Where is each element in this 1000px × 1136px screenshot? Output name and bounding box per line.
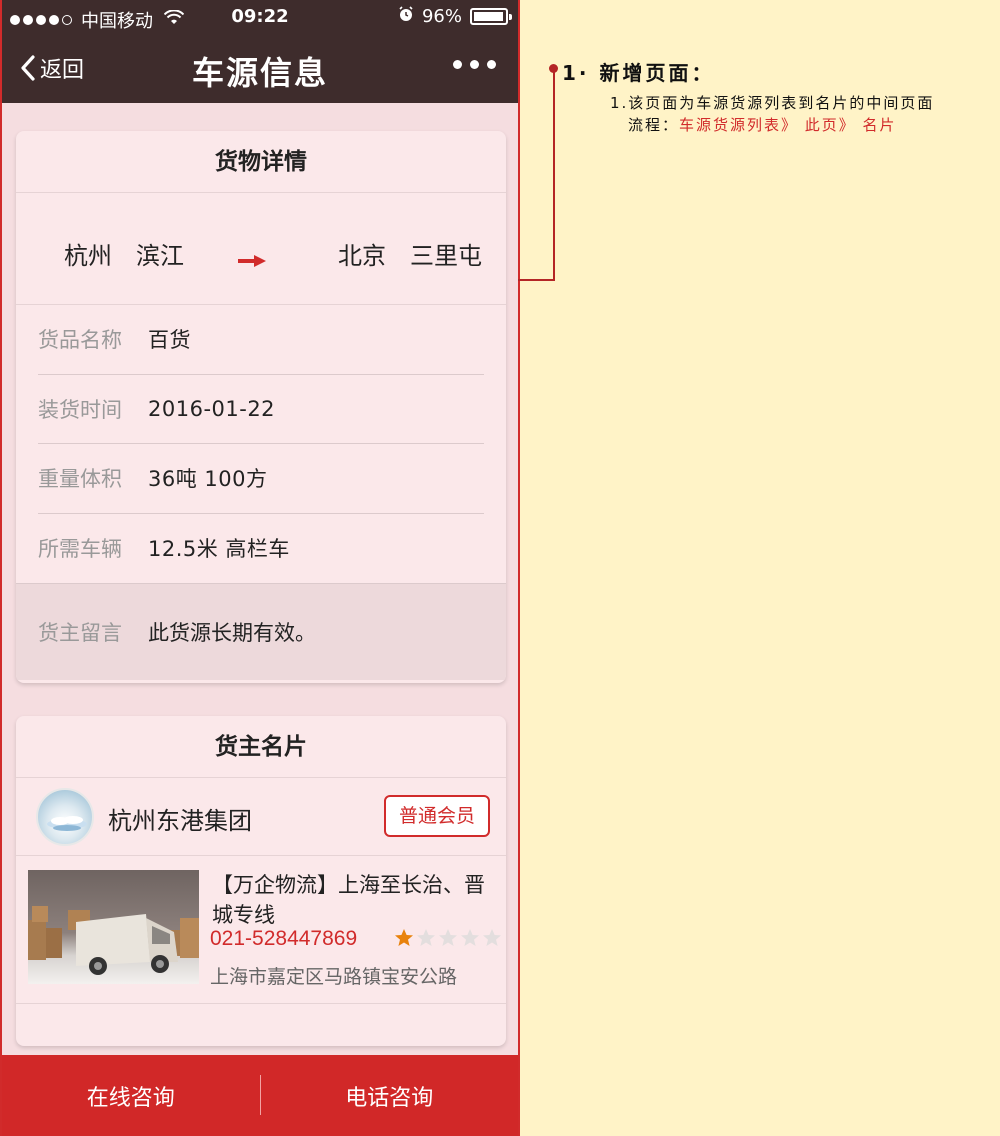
listing-item[interactable]: 【万企物流】上海至长治、晋城专线 021-528447869 上海市嘉定区马路镇… bbox=[16, 856, 506, 1004]
owner-card: 货主名片 杭州东港集团 普通会员 【万企物流】上海至长治、晋城专线 021-52… bbox=[16, 716, 506, 1046]
more-dot-icon bbox=[453, 60, 462, 69]
message-value: 此货源长期有效。 bbox=[148, 621, 316, 645]
route-destination: 北京 三里屯 bbox=[338, 242, 482, 270]
status-bar: 中国移动 09:22 96% bbox=[2, 0, 518, 34]
page-title: 车源信息 bbox=[191, 54, 328, 92]
bottom-action-bar: 在线咨询 电话咨询 bbox=[2, 1055, 518, 1136]
status-right: 96% bbox=[398, 6, 512, 27]
owner-message: 货主留言 此货源长期有效。 bbox=[16, 583, 506, 680]
info-row-weight-volume: 重量体积 36吨 100方 bbox=[38, 444, 484, 514]
owner-row[interactable]: 杭州东港集团 普通会员 bbox=[16, 778, 506, 856]
owner-name: 杭州东港集团 bbox=[108, 807, 252, 835]
top-bar: 中国移动 09:22 96% 返回 车源信息 bbox=[2, 0, 518, 103]
star-empty-icon bbox=[461, 929, 479, 946]
info-row-vehicle: 所需车辆 12.5米 高栏车 bbox=[38, 514, 484, 584]
annotation-dot bbox=[549, 64, 558, 73]
info-row-load-time: 装货时间 2016-01-22 bbox=[38, 375, 484, 444]
message-label: 货主留言 bbox=[38, 621, 122, 645]
battery-icon bbox=[470, 8, 512, 25]
info-row-goods-name: 货品名称 百货 bbox=[38, 305, 484, 375]
info-label: 货品名称 bbox=[38, 328, 122, 353]
star-filled-icon bbox=[395, 929, 413, 946]
phone-screen: 中国移动 09:22 96% 返回 车源信息 货物详情 杭州 滨江 北京 三里屯… bbox=[0, 0, 520, 1136]
route-origin: 杭州 滨江 bbox=[64, 242, 184, 270]
phone-consult-button[interactable]: 电话咨询 bbox=[261, 1055, 519, 1136]
flow-prefix: 流程： bbox=[628, 116, 680, 134]
info-label: 所需车辆 bbox=[38, 537, 122, 562]
info-value: 2016-01-22 bbox=[148, 396, 276, 421]
cloud-icon bbox=[47, 816, 87, 831]
navigation-bar: 返回 车源信息 bbox=[2, 34, 518, 103]
battery-fill bbox=[474, 12, 503, 21]
avatar bbox=[36, 788, 94, 846]
annotation-flow: 流程：车源货源列表》 此页》 名片 bbox=[628, 114, 897, 136]
card-title: 货主名片 bbox=[16, 716, 506, 778]
arrow-right-icon bbox=[238, 245, 266, 273]
more-button[interactable] bbox=[453, 60, 496, 69]
more-dot-icon bbox=[470, 60, 479, 69]
alarm-icon bbox=[398, 6, 414, 27]
info-label: 重量体积 bbox=[38, 467, 122, 492]
star-empty-icon bbox=[483, 929, 501, 946]
star-empty-icon bbox=[417, 929, 435, 946]
annotation-note: 1.该页面为车源货源列表到名片的中间页面 bbox=[610, 94, 935, 112]
info-value: 12.5米 高栏车 bbox=[148, 537, 290, 562]
annotation-connector bbox=[553, 68, 555, 281]
star-empty-icon bbox=[439, 929, 457, 946]
listing-address: 上海市嘉定区马路镇宝安公路 bbox=[210, 966, 458, 988]
card-title: 货物详情 bbox=[16, 131, 506, 193]
flow-path: 车源货源列表》 此页》 名片 bbox=[679, 116, 897, 134]
rating-stars bbox=[394, 928, 502, 948]
battery-percent: 96% bbox=[421, 6, 462, 27]
annotation-connector bbox=[518, 279, 555, 281]
listing-headline: 【万企物流】上海至长治、晋城专线 bbox=[212, 873, 485, 927]
truck-image bbox=[28, 870, 199, 984]
member-level-button[interactable]: 普通会员 bbox=[384, 795, 490, 837]
more-dot-icon bbox=[487, 60, 496, 69]
info-label: 装货时间 bbox=[38, 397, 122, 422]
info-value: 百货 bbox=[148, 328, 191, 353]
cargo-details-card: 货物详情 杭州 滨江 北京 三里屯 货品名称 百货 装货时间 2016-01-2… bbox=[16, 131, 506, 683]
route: 杭州 滨江 北京 三里屯 bbox=[16, 193, 506, 305]
listing-phone[interactable]: 021-528447869 bbox=[210, 927, 357, 951]
annotation-title: 1· 新增页面： bbox=[562, 61, 715, 85]
online-consult-button[interactable]: 在线咨询 bbox=[2, 1055, 260, 1136]
info-value: 36吨 100方 bbox=[148, 467, 268, 492]
